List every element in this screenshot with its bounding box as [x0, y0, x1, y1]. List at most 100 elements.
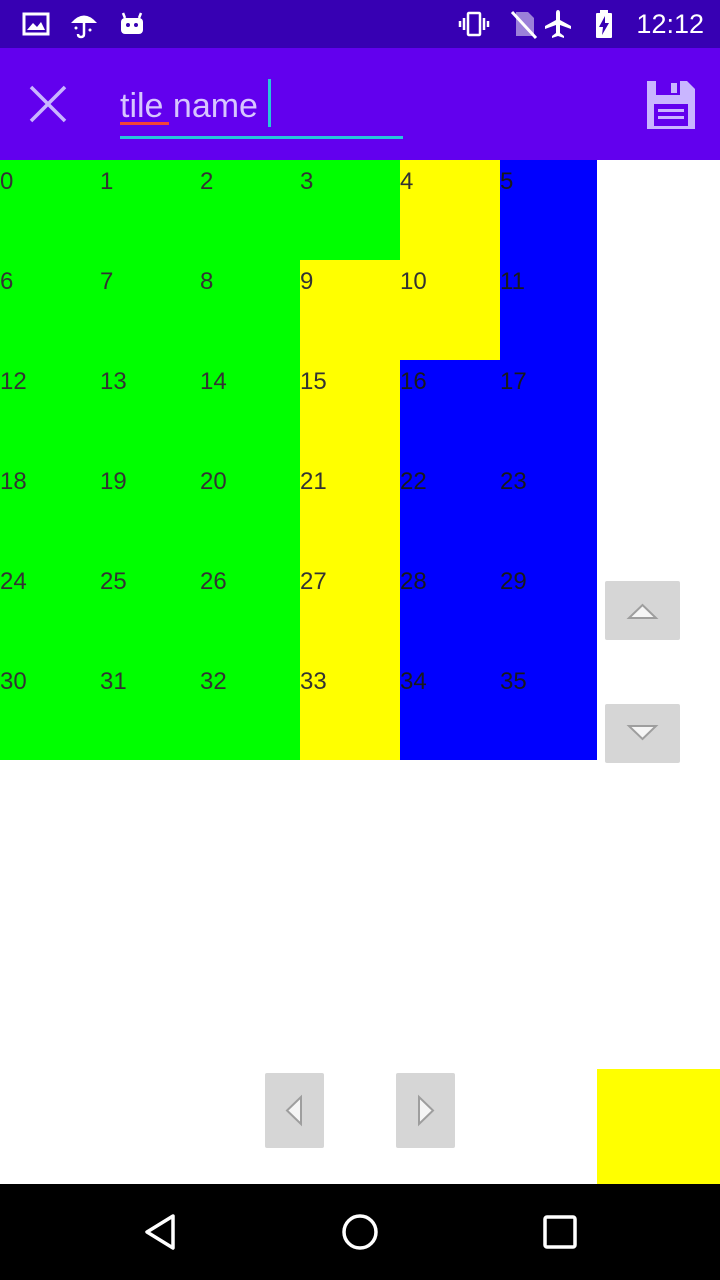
- grid-cell-label: 4: [400, 168, 414, 195]
- grid-cell[interactable]: 17: [500, 360, 600, 460]
- grid-cell[interactable]: 19: [100, 460, 200, 560]
- grid-cell[interactable]: 4: [400, 160, 500, 260]
- grid-cell-label: 6: [0, 268, 14, 295]
- grid-cell-label: 28: [400, 568, 427, 595]
- grid-cell-label: 30: [0, 668, 27, 695]
- grid-cell-label: 8: [200, 268, 214, 295]
- grid-cell[interactable]: 20: [200, 460, 300, 560]
- scroll-up-button[interactable]: [605, 581, 680, 640]
- grid-cell-label: 27: [300, 568, 327, 595]
- grid-cell[interactable]: 32: [200, 660, 300, 760]
- grid-cell-label: 23: [500, 468, 527, 495]
- grid-cell[interactable]: 18: [0, 460, 100, 560]
- grid-cell[interactable]: 10: [400, 260, 500, 360]
- grid-cell-label: 16: [400, 368, 427, 395]
- grid-cell-label: 9: [300, 268, 314, 295]
- back-icon[interactable]: [140, 1212, 180, 1252]
- close-icon[interactable]: [24, 80, 72, 128]
- grid-cell-label: 32: [200, 668, 227, 695]
- grid-cell-label: 21: [300, 468, 327, 495]
- previous-button[interactable]: [265, 1073, 324, 1148]
- grid-cell[interactable]: 15: [300, 360, 400, 460]
- grid-cell[interactable]: 3: [300, 160, 400, 260]
- grid-cell-label: 29: [500, 568, 527, 595]
- grid-cell[interactable]: 29: [500, 560, 600, 660]
- tile-grid[interactable]: 0 1 2 3 4 5 6 7 8 9 10 11 12 13 14 15 16 17 18 19 20 21 22 23 24…: [0, 160, 600, 760]
- tile-name-field[interactable]: tile name: [120, 76, 403, 139]
- home-icon[interactable]: [340, 1212, 380, 1252]
- grid-cell[interactable]: 34: [400, 660, 500, 760]
- navigation-bar: [0, 1184, 720, 1280]
- grid-cell[interactable]: 11: [500, 260, 600, 360]
- text-caret: [268, 79, 271, 127]
- grid-cell[interactable]: 26: [200, 560, 300, 660]
- grid-cell[interactable]: 8: [200, 260, 300, 360]
- grid-cell-label: 0: [0, 168, 14, 195]
- grid-cell-label: 22: [400, 468, 427, 495]
- grid-cell[interactable]: 35: [500, 660, 600, 760]
- grid-cell[interactable]: 24: [0, 560, 100, 660]
- grid-cell-label: 25: [100, 568, 127, 595]
- grid-cell[interactable]: 23: [500, 460, 600, 560]
- grid-cell-label: 2: [200, 168, 214, 195]
- airplane-icon: [545, 10, 571, 38]
- grid-cell-label: 15: [300, 368, 327, 395]
- grid-cell-label: 7: [100, 268, 114, 295]
- battery-charging-icon: [596, 10, 612, 38]
- grid-cell-label: 35: [500, 668, 527, 695]
- grid-cell[interactable]: 33: [300, 660, 400, 760]
- grid-cell-label: 33: [300, 668, 327, 695]
- save-icon[interactable]: [644, 78, 698, 132]
- grid-cell[interactable]: 14: [200, 360, 300, 460]
- grid-cell[interactable]: 28: [400, 560, 500, 660]
- grid-cell[interactable]: 12: [0, 360, 100, 460]
- status-clock: 12:12: [636, 9, 704, 39]
- image-icon: [22, 12, 50, 36]
- spellcheck-underline: [120, 122, 169, 125]
- grid-cell-label: 19: [100, 468, 127, 495]
- app-bar: tile name: [0, 48, 720, 160]
- grid-cell-label: 26: [200, 568, 227, 595]
- vibrate-icon: [458, 11, 490, 37]
- grid-cell-label: 18: [0, 468, 27, 495]
- arrow-down-icon: [626, 725, 659, 741]
- grid-cell[interactable]: 1: [100, 160, 200, 260]
- no-sim-icon: [510, 10, 538, 40]
- grid-edge: [597, 160, 600, 760]
- arrow-right-icon: [418, 1094, 435, 1127]
- grid-cell[interactable]: 25: [100, 560, 200, 660]
- grid-cell[interactable]: 0: [0, 160, 100, 260]
- umbrella-icon: [71, 15, 97, 39]
- grid-cell-label: 34: [400, 668, 427, 695]
- grid-cell[interactable]: 6: [0, 260, 100, 360]
- grid-cell-label: 12: [0, 368, 27, 395]
- grid-cell-label: 17: [500, 368, 527, 395]
- grid-cell-label: 20: [200, 468, 227, 495]
- android-icon: [121, 12, 143, 34]
- grid-cell-label: 24: [0, 568, 27, 595]
- arrow-left-icon: [285, 1094, 302, 1127]
- grid-cell[interactable]: 27: [300, 560, 400, 660]
- grid-cell-label: 3: [300, 168, 314, 195]
- next-button[interactable]: [396, 1073, 455, 1148]
- grid-cell-label: 11: [500, 268, 525, 295]
- recents-icon[interactable]: [540, 1212, 580, 1252]
- grid-cell[interactable]: 7: [100, 260, 200, 360]
- grid-cell-label: 10: [400, 268, 427, 295]
- grid-cell[interactable]: 13: [100, 360, 200, 460]
- grid-cell[interactable]: 2: [200, 160, 300, 260]
- grid-cell[interactable]: 21: [300, 460, 400, 560]
- grid-cell[interactable]: 16: [400, 360, 500, 460]
- grid-cell[interactable]: 31: [100, 660, 200, 760]
- grid-cell-label: 13: [100, 368, 127, 395]
- grid-cell-label: 1: [100, 168, 114, 195]
- grid-cell-label: 5: [500, 168, 514, 195]
- grid-cell-label: 14: [200, 368, 227, 395]
- grid-cell[interactable]: 22: [400, 460, 500, 560]
- scroll-down-button[interactable]: [605, 704, 680, 763]
- current-color-swatch[interactable]: [597, 1069, 720, 1184]
- grid-cell[interactable]: 30: [0, 660, 100, 760]
- grid-cell[interactable]: 9: [300, 260, 400, 360]
- grid-cell[interactable]: 5: [500, 160, 600, 260]
- grid-cell-label: 31: [100, 668, 127, 695]
